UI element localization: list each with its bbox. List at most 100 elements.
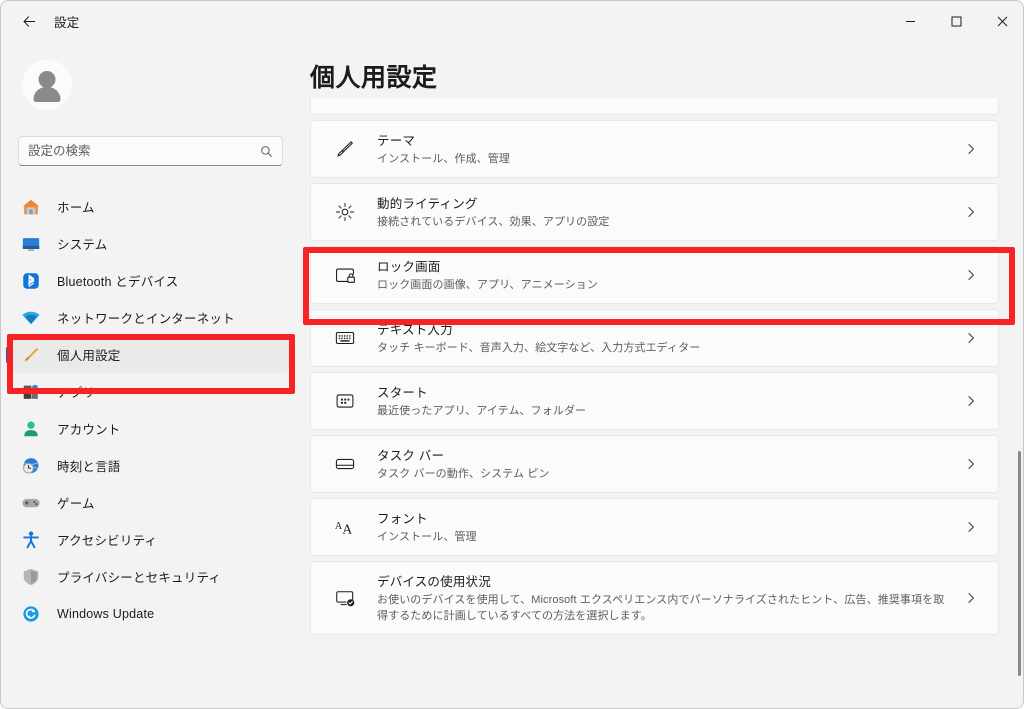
sidebar-item-time-language[interactable]: 時刻と言語 <box>6 447 289 484</box>
clock-globe-icon <box>20 455 42 477</box>
sidebar-item-label: プライバシーとセキュリティ <box>57 571 222 585</box>
chevron-right-icon <box>964 520 978 534</box>
vertical-scrollbar[interactable] <box>1018 451 1021 676</box>
minimize-icon <box>905 20 915 22</box>
card-device-usage[interactable]: デバイスの使用状況 お使いのデバイスを使用して、Microsoft エクスペリエ… <box>310 561 999 635</box>
card-title: テーマ <box>377 134 416 149</box>
title-bar: 設定 <box>1 1 1023 41</box>
navigation-list: ホーム システム Bluetooth とデバイス ネットワークとインターネット … <box>1 188 301 632</box>
chevron-right-icon <box>964 205 978 219</box>
window-controls <box>887 1 1023 41</box>
sidebar-item-label: Bluetooth とデバイス <box>57 275 179 289</box>
sidebar-item-label: ネットワークとインターネット <box>57 312 235 326</box>
accessibility-icon <box>20 529 42 551</box>
account-icon <box>20 418 42 440</box>
back-button[interactable] <box>12 6 46 36</box>
avatar-body <box>33 87 61 102</box>
card-text-input[interactable]: テキスト入力 タッチ キーボード、音声入力、絵文字など、入力方式エディター <box>310 309 999 367</box>
card-partial-above[interactable] <box>310 98 999 115</box>
sidebar-item-gaming[interactable]: ゲーム <box>6 484 289 521</box>
search-input[interactable] <box>28 144 260 158</box>
sidebar-item-privacy-security[interactable]: プライバシーとセキュリティ <box>6 558 289 595</box>
close-button[interactable] <box>979 1 1023 41</box>
chevron-right-icon <box>964 591 978 605</box>
dynamic-lighting-icon <box>332 199 358 225</box>
chevron-right-icon <box>964 457 978 471</box>
svg-text:A: A <box>342 521 352 536</box>
sidebar-item-label: アカウント <box>57 423 121 437</box>
chevron-right-icon <box>964 142 978 156</box>
card-subtitle: ロック画面の画像、アプリ、アニメーション <box>377 279 598 292</box>
card-text: ロック画面 ロック画面の画像、アプリ、アニメーション <box>377 256 998 294</box>
sidebar-item-label: 時刻と言語 <box>57 460 121 474</box>
card-title: 動的ライティング <box>377 197 478 212</box>
chevron-right-icon <box>964 268 978 282</box>
sidebar-item-home[interactable]: ホーム <box>6 188 289 225</box>
gamepad-icon <box>20 492 42 514</box>
card-subtitle: 最近使ったアプリ、アイテム、フォルダー <box>377 405 587 418</box>
sidebar-item-accounts[interactable]: アカウント <box>6 410 289 447</box>
card-themes[interactable]: テーマ インストール、作成、管理 <box>310 120 999 178</box>
card-title: ロック画面 <box>377 260 441 275</box>
sidebar-item-label: ホーム <box>57 201 95 215</box>
font-aa-icon: A A <box>332 514 358 540</box>
page-title: 個人用設定 <box>310 64 438 92</box>
card-text: タスク バー タスク バーの動作、システム ピン <box>377 445 998 483</box>
card-fonts[interactable]: A A フォント インストール、管理 <box>310 498 999 556</box>
card-subtitle: インストール、管理 <box>377 531 477 544</box>
maximize-icon <box>951 16 961 26</box>
bluetooth-icon <box>20 270 42 292</box>
card-taskbar[interactable]: タスク バー タスク バーの動作、システム ピン <box>310 435 999 493</box>
start-menu-icon <box>332 388 358 414</box>
card-text: フォント インストール、管理 <box>377 508 998 546</box>
sidebar-item-windows-update[interactable]: Windows Update <box>6 595 289 632</box>
sidebar-item-label: 個人用設定 <box>57 349 121 363</box>
card-subtitle: タッチ キーボード、音声入力、絵文字など、入力方式エディター <box>377 342 701 355</box>
avatar-head <box>38 71 56 88</box>
window-title: 設定 <box>54 15 80 30</box>
paintbrush-icon <box>20 344 42 366</box>
sidebar-item-network[interactable]: ネットワークとインターネット <box>6 299 289 336</box>
shield-icon <box>20 566 42 588</box>
maximize-button[interactable] <box>933 1 979 41</box>
sidebar-item-personalization[interactable]: 個人用設定 <box>6 336 289 373</box>
card-text: スタート 最近使ったアプリ、アイテム、フォルダー <box>377 382 998 420</box>
home-icon <box>20 196 42 218</box>
card-title: テキスト入力 <box>377 323 453 338</box>
keyboard-icon <box>332 325 358 351</box>
sidebar-item-system[interactable]: システム <box>6 225 289 262</box>
sidebar: ホーム システム <box>1 41 301 708</box>
sidebar-item-label: アクセシビリティ <box>57 534 158 548</box>
paintbrush-icon <box>332 136 358 162</box>
card-start[interactable]: スタート 最近使ったアプリ、アイテム、フォルダー <box>310 372 999 430</box>
main-content: 個人用設定 テーマ インストール、作成、管理 動的ライティング 接続されているデ… <box>301 41 1023 708</box>
card-lock-screen[interactable]: ロック画面 ロック画面の画像、アプリ、アニメーション <box>310 246 999 304</box>
card-title: スタート <box>377 386 428 401</box>
back-arrow-icon <box>23 15 35 27</box>
card-title: フォント <box>377 512 428 527</box>
search-box[interactable] <box>18 136 283 166</box>
card-subtitle: 接続されているデバイス、効果、アプリの設定 <box>377 216 610 229</box>
card-dynamic-lighting[interactable]: 動的ライティング 接続されているデバイス、効果、アプリの設定 <box>310 183 999 241</box>
monitor-icon <box>20 233 42 255</box>
wifi-icon <box>20 307 42 329</box>
card-title: デバイスの使用状況 <box>377 575 491 589</box>
sidebar-item-bluetooth[interactable]: Bluetooth とデバイス <box>6 262 289 299</box>
sidebar-item-accessibility[interactable]: アクセシビリティ <box>6 521 289 558</box>
sidebar-item-label: システム <box>57 238 108 252</box>
account-avatar-button[interactable] <box>21 59 73 111</box>
minimize-button[interactable] <box>887 1 933 41</box>
chevron-right-icon <box>964 394 978 408</box>
chevron-right-icon <box>964 331 978 345</box>
lock-screen-icon <box>332 262 358 288</box>
settings-card-list: テーマ インストール、作成、管理 動的ライティング 接続されているデバイス、効果… <box>310 98 1010 640</box>
sidebar-item-label: Windows Update <box>57 606 155 621</box>
card-subtitle: タスク バーの動作、システム ピン <box>377 468 550 481</box>
sidebar-item-apps[interactable]: アプリ <box>6 373 289 410</box>
sidebar-item-label: アプリ <box>57 386 96 400</box>
card-title: タスク バー <box>377 449 445 464</box>
card-subtitle: インストール、作成、管理 <box>377 153 510 166</box>
search-icon <box>261 145 272 157</box>
device-usage-icon <box>332 585 358 611</box>
taskbar-icon <box>332 451 358 477</box>
